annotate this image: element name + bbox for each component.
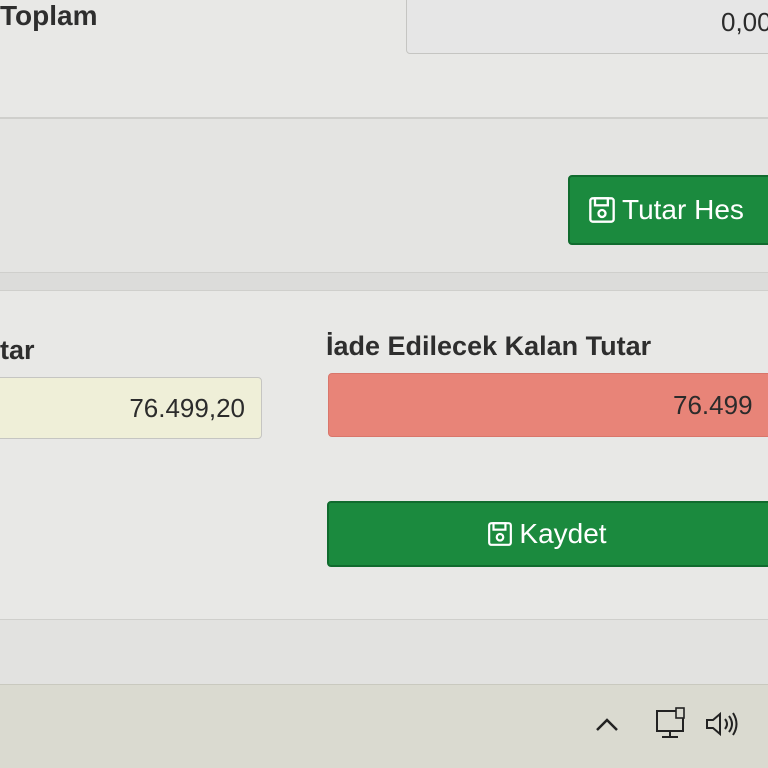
refund-card: tar 76.499,20 İade Edilecek Kalan Tutar … [0,290,768,620]
amount-label: tar [0,335,35,365]
toplam-value: 0,00 [721,6,768,37]
save-button-label: Kaydet [519,518,607,549]
toplam-label: Toplam [0,0,98,31]
chevron-up-icon[interactable] [594,715,620,735]
content-footer-strip [0,620,768,684]
save-icon [488,522,513,546]
calculate-button-label: Tutar Hes [622,194,744,225]
refund-remaining-label: İade Edilecek Kalan Tutar [326,331,652,361]
refund-remaining-value: 76.499 [673,389,753,420]
speaker-icon[interactable] [704,709,740,739]
toplam-field[interactable]: 0,00 [406,0,768,54]
network-icon[interactable] [654,707,688,741]
toplam-card: Toplam 0,00 [0,0,768,118]
refund-remaining-field[interactable]: 76.499 [328,373,768,437]
calculate-amount-button[interactable]: Tutar Hes [568,175,768,245]
save-icon [589,197,615,223]
amount-value: 76.499,20 [129,392,245,423]
taskbar [0,684,768,768]
amount-field[interactable]: 76.499,20 [0,377,262,439]
save-button[interactable]: Kaydet [327,501,768,567]
calculate-card: Tutar Hes [0,118,768,273]
